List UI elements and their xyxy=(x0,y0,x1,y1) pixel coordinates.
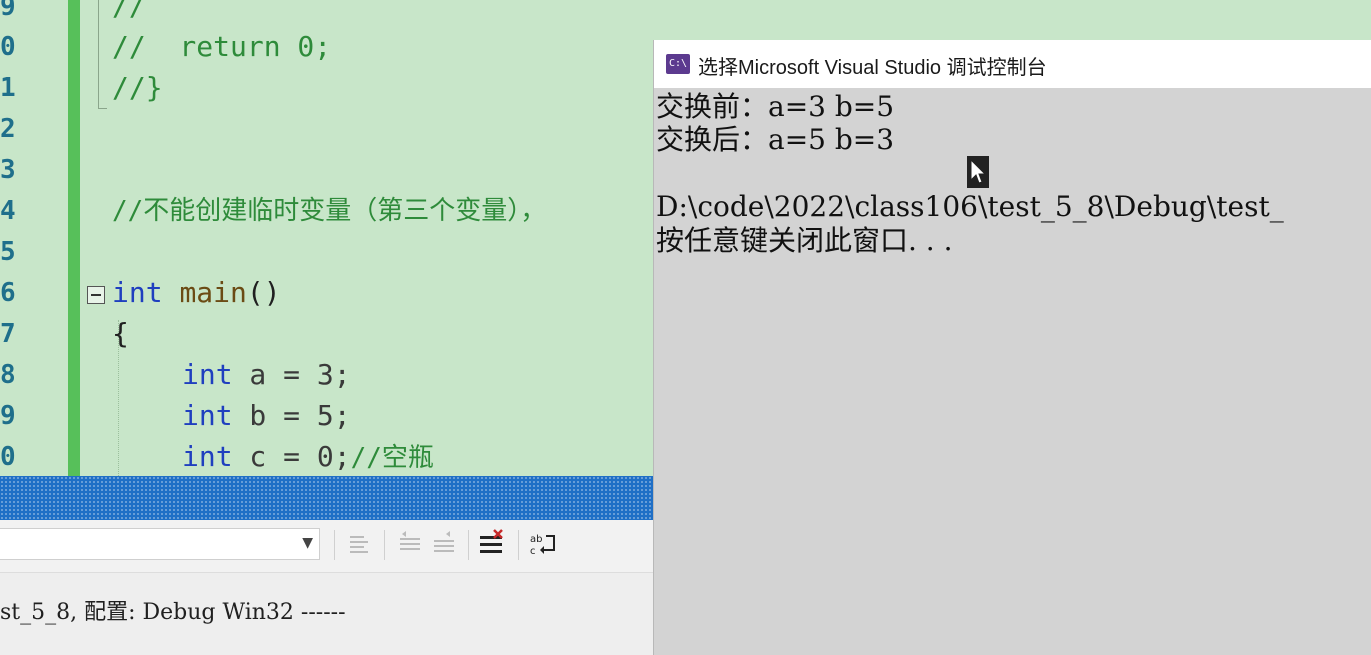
console-output[interactable]: 交换前：a=3 b=5 交换后：a=5 b=3 D:\code\2022\cla… xyxy=(654,88,1371,655)
code-line: int b = 5; xyxy=(182,396,351,436)
toolbar-divider xyxy=(468,530,469,560)
chevron-down-icon: ▼ xyxy=(302,535,313,551)
clear-all-icon[interactable] xyxy=(476,528,510,562)
console-app-icon: C:\ xyxy=(666,54,690,74)
find-message-icon[interactable] xyxy=(344,528,378,562)
next-message-icon[interactable] xyxy=(428,528,462,562)
console-window-title: 选择Microsoft Visual Studio 调试控制台 xyxy=(698,57,1047,79)
console-line: 交换后：a=5 b=3 xyxy=(656,123,895,156)
word-wrap-icon[interactable]: ab c xyxy=(526,528,560,562)
toolbar-divider xyxy=(518,530,519,560)
change-tracking-bar xyxy=(68,0,80,476)
console-line: 交换前：a=3 b=5 xyxy=(656,90,895,123)
code-line: // xyxy=(112,0,146,22)
code-text: () xyxy=(246,276,281,309)
line-number: 6 xyxy=(0,278,16,308)
code-text: a = 3; xyxy=(232,358,351,391)
line-number: 9 xyxy=(0,401,16,431)
output-source-dropdown[interactable]: ▼ xyxy=(0,528,320,560)
code-line-main: int main() xyxy=(112,273,281,313)
code-line: //} xyxy=(112,71,163,104)
output-panel: ▼ ab c st_5_8, 配置: Debug Win32 ------ xyxy=(0,476,653,655)
mouse-pointer-icon xyxy=(967,156,989,188)
line-number: 7 xyxy=(0,319,16,349)
line-number: 9 xyxy=(0,0,16,22)
build-output-line: st_5_8, 配置: Debug Win32 ------ xyxy=(0,600,346,625)
line-number: 2 xyxy=(0,114,16,144)
code-comment: //空瓶 xyxy=(350,443,434,473)
code-line: { xyxy=(112,317,129,350)
svg-text:ab: ab xyxy=(530,534,542,545)
code-line: int a = 3; xyxy=(182,355,351,395)
line-number: 8 xyxy=(0,360,16,390)
debug-console-window[interactable]: C:\ 选择Microsoft Visual Studio 调试控制台 交换前：… xyxy=(653,40,1371,655)
toolbar-divider xyxy=(384,530,385,560)
function-name: main xyxy=(179,276,247,309)
console-line: 按任意键关闭此窗口. . . xyxy=(656,224,953,257)
comment-outline-bracket xyxy=(98,0,107,109)
keyword: int xyxy=(182,358,233,391)
keyword: int xyxy=(182,399,233,432)
line-number: 4 xyxy=(0,196,16,226)
svg-text:c: c xyxy=(530,546,536,557)
keyword: int xyxy=(182,440,233,473)
line-number: 0 xyxy=(0,32,16,62)
line-number: 5 xyxy=(0,237,16,267)
output-toolbar: ▼ ab c xyxy=(0,520,653,573)
collapse-icon[interactable] xyxy=(87,286,105,304)
code-line: int c = 0;//空瓶 xyxy=(182,437,434,478)
toolbar-divider xyxy=(334,530,335,560)
line-number-gutter: 9 0 1 2 3 4 5 6 7 8 9 0 xyxy=(0,0,66,476)
line-number: 1 xyxy=(0,73,16,103)
code-comment-line: //不能创建临时变量（第三个变量）， xyxy=(112,196,547,226)
line-number: 3 xyxy=(0,155,16,185)
code-text: b = 5; xyxy=(232,399,351,432)
code-text: c = 0; xyxy=(232,440,351,473)
previous-message-icon[interactable] xyxy=(394,528,428,562)
keyword: int xyxy=(112,276,163,309)
console-titlebar[interactable]: C:\ 选择Microsoft Visual Studio 调试控制台 xyxy=(654,40,1371,88)
code-line: // return 0; xyxy=(112,30,332,63)
line-number: 0 xyxy=(0,442,16,472)
output-panel-titlebar[interactable] xyxy=(0,476,653,520)
console-line: D:\code\2022\class106\test_5_8\Debug\tes… xyxy=(656,190,1284,223)
